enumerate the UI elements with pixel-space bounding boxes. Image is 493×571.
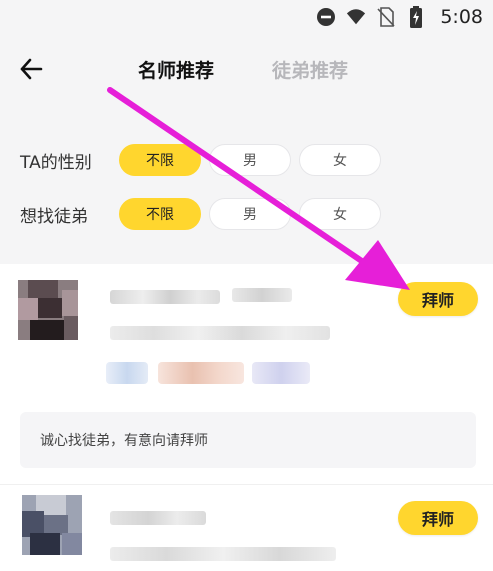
- option-male[interactable]: 男: [209, 198, 291, 230]
- blurred-name: [110, 511, 206, 525]
- filter-label: TA的性别: [20, 153, 92, 173]
- tag: [252, 362, 310, 384]
- no-sim-icon: [376, 7, 396, 27]
- wifi-icon: [346, 7, 366, 27]
- top-nav: 名师推荐 徒弟推荐: [0, 40, 493, 100]
- blurred-info: [110, 326, 330, 340]
- filter-gender: TA的性别 不限 男 女: [0, 144, 493, 176]
- blurred-name: [110, 290, 220, 304]
- do-not-disturb-icon: [316, 7, 336, 27]
- status-time: 5:08: [440, 6, 483, 28]
- option-any[interactable]: 不限: [119, 144, 201, 176]
- tag: [106, 362, 148, 384]
- filter-apprentice-gender: 想找徒弟 不限 男 女: [0, 198, 493, 230]
- back-arrow-icon: [20, 58, 43, 80]
- option-male[interactable]: 男: [209, 144, 291, 176]
- tab-master-recommend[interactable]: 名师推荐: [138, 56, 214, 83]
- master-list: 拜师 诚心找徒弟，有意向请拜师 拜师: [0, 264, 493, 571]
- blurred-level: [232, 288, 292, 302]
- filter-label: 想找徒弟: [20, 207, 88, 227]
- blurred-info: [110, 547, 336, 561]
- tag: [158, 362, 244, 384]
- option-any[interactable]: 不限: [119, 198, 201, 230]
- bai-shi-button[interactable]: 拜师: [398, 282, 478, 316]
- option-female[interactable]: 女: [299, 198, 381, 230]
- bai-shi-button[interactable]: 拜师: [398, 501, 478, 535]
- avatar: [22, 495, 82, 555]
- master-card[interactable]: 拜师: [0, 485, 493, 571]
- intro-text: 诚心找徒弟，有意向请拜师: [20, 412, 476, 468]
- option-female[interactable]: 女: [299, 144, 381, 176]
- master-card[interactable]: 拜师 诚心找徒弟，有意向请拜师: [0, 264, 493, 484]
- avatar: [18, 280, 78, 340]
- battery-charging-icon: [406, 6, 426, 28]
- back-button[interactable]: [16, 54, 46, 84]
- status-bar: 5:08: [0, 0, 493, 34]
- tab-apprentice-recommend[interactable]: 徒弟推荐: [272, 56, 348, 83]
